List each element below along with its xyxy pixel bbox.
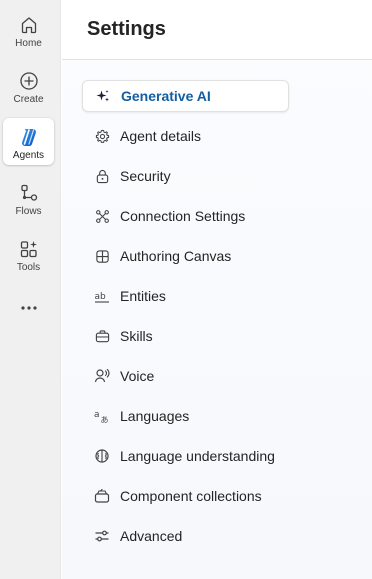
- nav-item-label: Authoring Canvas: [120, 248, 232, 264]
- nav-item-agent-details[interactable]: Agent details: [82, 120, 289, 152]
- svg-text:あ: あ: [101, 416, 109, 425]
- flows-icon: [18, 182, 40, 204]
- settings-header: Settings: [62, 0, 372, 60]
- nav-item-advanced[interactable]: Advanced: [82, 520, 289, 552]
- rail-label: Agents: [12, 150, 45, 161]
- rail-item-home[interactable]: Home: [3, 6, 54, 53]
- agents-logo-icon: [18, 126, 40, 148]
- nav-item-language-understanding[interactable]: Language understanding: [82, 440, 289, 472]
- nav-item-label: Agent details: [120, 128, 201, 144]
- more-horizontal-icon: [20, 305, 38, 311]
- nav-item-label: Languages: [120, 408, 190, 424]
- gear-icon: [94, 128, 110, 144]
- rail-more-button[interactable]: [3, 296, 54, 320]
- svg-text:a: a: [94, 410, 100, 420]
- sparkle-icon: [95, 88, 111, 104]
- nav-item-label: Advanced: [120, 528, 183, 544]
- nav-item-label: Security: [120, 168, 171, 184]
- home-icon: [18, 14, 40, 36]
- brain-icon: [94, 448, 110, 464]
- page-title: Settings: [87, 18, 166, 40]
- app-rail: Home Create Agents Flows Tools: [0, 0, 61, 579]
- rail-label: Create: [13, 94, 44, 105]
- nav-item-entities[interactable]: ab Entities: [82, 280, 289, 312]
- nav-item-connection-settings[interactable]: Connection Settings: [82, 200, 289, 232]
- nav-item-generative-ai[interactable]: Generative AI: [82, 80, 289, 112]
- lock-icon: [94, 168, 110, 184]
- nav-item-security[interactable]: Security: [82, 160, 289, 192]
- collection-box-icon: [94, 488, 110, 504]
- nav-item-component-collections[interactable]: Component collections: [82, 480, 289, 512]
- nav-item-label: Language understanding: [120, 448, 275, 464]
- rail-item-tools[interactable]: Tools: [3, 230, 54, 277]
- nav-item-authoring-canvas[interactable]: Authoring Canvas: [82, 240, 289, 272]
- rail-label: Flows: [15, 206, 42, 217]
- briefcase-icon: [94, 328, 110, 344]
- nav-item-label: Component collections: [120, 488, 262, 504]
- nav-item-label: Voice: [120, 368, 155, 384]
- settings-nav: Generative AI Agent details Security Con…: [82, 80, 289, 560]
- settings-panel: Settings Generative AI Agent details Sec…: [62, 0, 372, 579]
- rail-item-create[interactable]: Create: [3, 62, 54, 109]
- nav-item-languages[interactable]: aあ Languages: [82, 400, 289, 432]
- rail-label: Home: [15, 38, 42, 49]
- svg-text:ab: ab: [95, 292, 107, 302]
- nav-item-voice[interactable]: Voice: [82, 360, 289, 392]
- add-circle-icon: [18, 70, 40, 92]
- rail-item-agents[interactable]: Agents: [3, 118, 54, 165]
- rail-label: Tools: [16, 262, 41, 273]
- rail-item-flows[interactable]: Flows: [3, 174, 54, 221]
- nav-item-skills[interactable]: Skills: [82, 320, 289, 352]
- nav-item-label: Generative AI: [121, 88, 211, 104]
- entities-ab-icon: ab: [94, 288, 110, 304]
- voice-person-icon: [94, 368, 110, 384]
- tools-grid-sparkle-icon: [18, 238, 40, 260]
- sliders-icon: [94, 528, 110, 544]
- nav-item-label: Skills: [120, 328, 153, 344]
- translate-icon: aあ: [94, 408, 110, 424]
- nav-item-label: Connection Settings: [120, 208, 246, 224]
- nav-item-label: Entities: [120, 288, 166, 304]
- grid-icon: [94, 248, 110, 264]
- connection-nodes-icon: [94, 208, 110, 224]
